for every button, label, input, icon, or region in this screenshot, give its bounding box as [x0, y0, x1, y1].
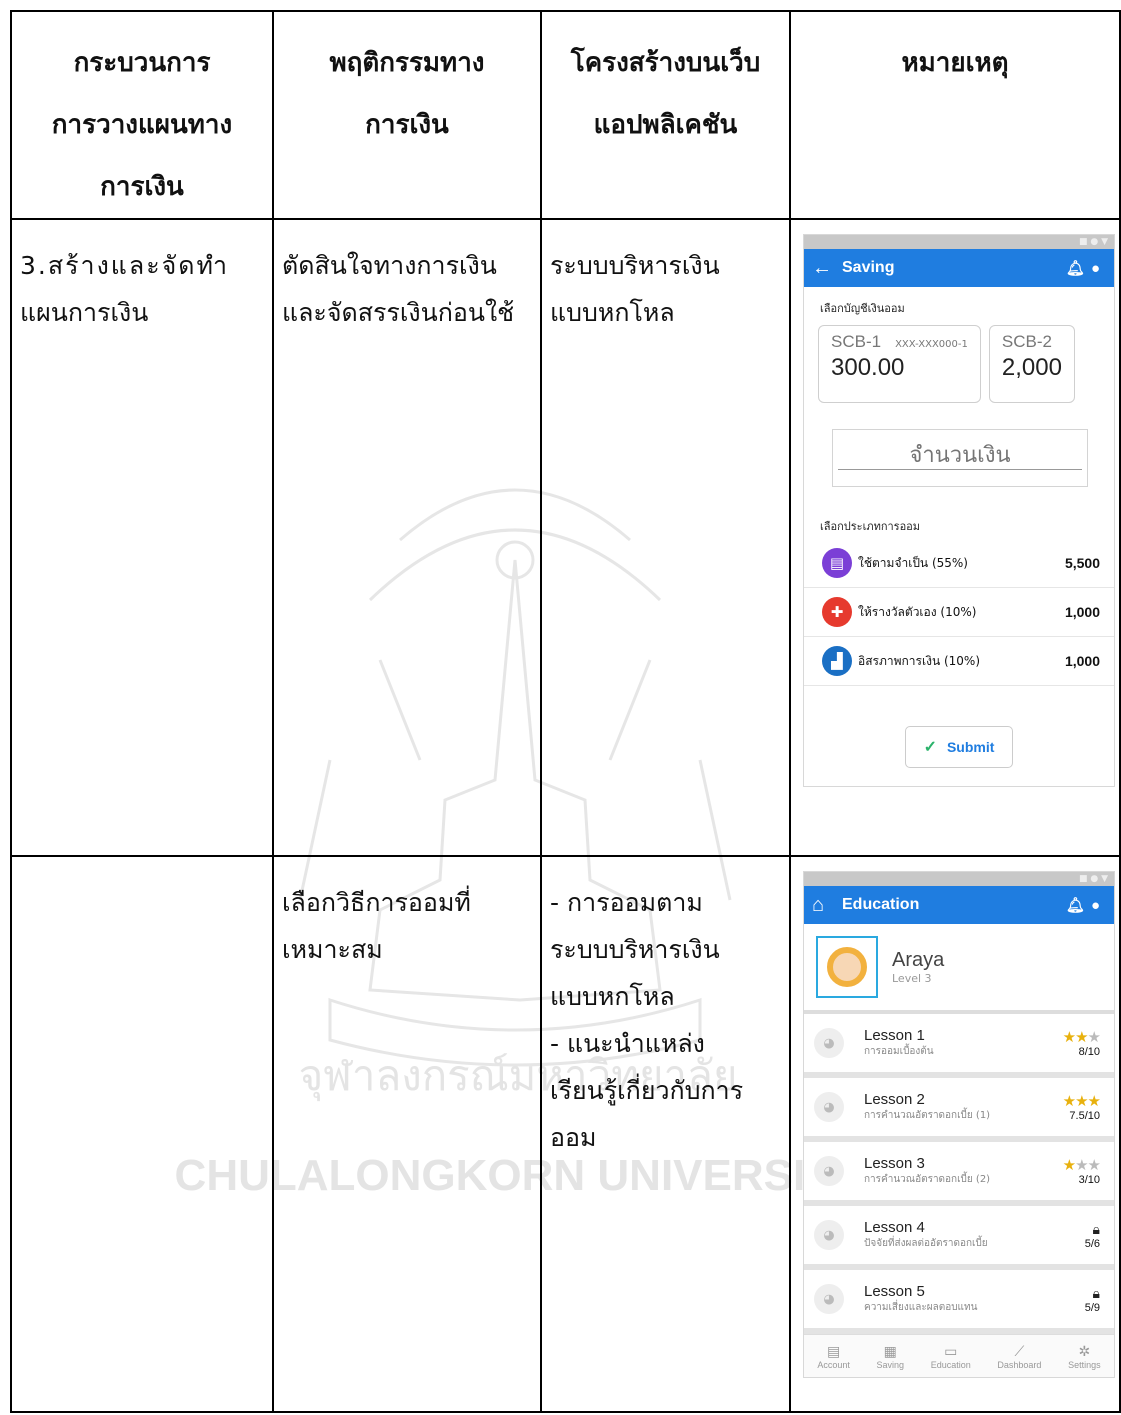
lesson-icon: ◕ [814, 1028, 844, 1058]
header-note: หมายเหตุ [789, 10, 1121, 220]
home-icon[interactable]: ⌂ [812, 894, 842, 917]
lesson-icon: ◕ [814, 1156, 844, 1186]
lesson-icon: ◕ [814, 1284, 844, 1314]
lesson-score: 8/10 [1078, 1046, 1100, 1058]
nav-item-education[interactable]: ▭ Education [931, 1343, 971, 1370]
saving-category-row[interactable]: ▤ ใช้ตามจำเป็น (55%) 5,500 [804, 539, 1114, 588]
bell-icon[interactable]: 🔔︎ [1066, 260, 1091, 277]
lesson-subtitle: การออมเบื้องต้น [864, 1046, 934, 1057]
amount-field-box [832, 429, 1088, 487]
behavior-cell: เลือกวิธีการออมที่ เหมาะสม [272, 855, 542, 1413]
education-screen-mockup: ■ ● ▼ ⌂ Education 🔔︎● Araya Level 3 ◕ Les… [803, 871, 1115, 1378]
user-icon[interactable]: ● [1091, 897, 1106, 914]
account-icon: ▤ [826, 1342, 841, 1359]
star-rating: ★★★ [1062, 1157, 1101, 1174]
lesson-subtitle: การคำนวณอัตราดอกเบี้ย (1) [864, 1110, 991, 1121]
lesson-list: ◕ Lesson 1 การออมเบื้องต้น ★★★ 8/10 ◕ Lesson 2… [804, 1014, 1114, 1334]
nav-item-settings[interactable]: ✲ Settings [1068, 1343, 1101, 1370]
star-rating: ★★★ [1062, 1093, 1101, 1110]
lesson-name: Lesson 5 [864, 1283, 925, 1300]
amount-input[interactable] [838, 442, 1082, 470]
saving-icon: ▦ [883, 1342, 897, 1359]
nav-item-saving[interactable]: ▦ Saving [877, 1343, 905, 1370]
note-cell: ■ ● ▼ ⌂ Education 🔔︎● Araya Level 3 ◕ Les… [789, 855, 1121, 1413]
bottom-nav: ▤ Account ▦ Saving ▭ Education ⟋ Dashboard ✲ Sett… [804, 1334, 1114, 1377]
wallet-icon: ▤ [822, 548, 852, 578]
check-icon: ✓ [923, 739, 937, 756]
lock-icon: 🔒︎ [1092, 1284, 1100, 1301]
user-level: Level 3 [892, 972, 932, 985]
education-icon: ▭ [944, 1342, 958, 1359]
behavior-cell: ตัดสินใจทางการเงิน และจัดสรรเงินก่อนใช้ [272, 218, 542, 857]
lesson-subtitle: ปัจจัยที่ส่งผลต่ออัตราดอกเบี้ย [864, 1238, 988, 1249]
lesson-score: 7.5/10 [1069, 1110, 1100, 1122]
list-item[interactable]: ◕ Lesson 4 ปัจจัยที่ส่งผลต่ออัตราดอกเบี้ย 🔒… [804, 1206, 1114, 1270]
user-icon[interactable]: ● [1091, 260, 1106, 277]
lesson-icon: ◕ [814, 1092, 844, 1122]
saving-screen-mockup: ■ ● ▼ ← Saving 🔔︎● เลือกบัญชีเงินออม SCB… [803, 234, 1115, 787]
list-item[interactable]: ◕ Lesson 5 ความเสี่ยงและผลตอบแทน 🔒︎ 5/9 [804, 1270, 1114, 1334]
account-list: SCB-1 XXX-XXX000-1 300.00 SCB-2 2,000 [804, 317, 1114, 403]
account-card[interactable]: SCB-2 2,000 [988, 325, 1075, 403]
header-behavior: พฤติกรรมทาง การเงิน [272, 10, 542, 220]
list-item[interactable]: ◕ Lesson 1 การออมเบื้องต้น ★★★ 8/10 [804, 1014, 1114, 1078]
header-structure: โครงสร้างบนเว็บ แอปพลิเคชัน [540, 10, 791, 220]
list-item[interactable]: ◕ Lesson 3 การคำนวณอัตราดอกเบี้ย (2) ★★★ 3/1… [804, 1142, 1114, 1206]
lesson-icon: ◕ [814, 1220, 844, 1250]
gift-icon: ✚ [822, 597, 852, 627]
process-cell: 3.สร้างและจัดทำ แผนการเงิน [10, 218, 274, 857]
app-bar: ← Saving 🔔︎● [804, 249, 1114, 287]
settings-icon: ✲ [1078, 1342, 1091, 1359]
bell-icon[interactable]: 🔔︎ [1066, 897, 1091, 914]
lock-icon: 🔒︎ [1092, 1220, 1100, 1237]
list-item[interactable]: ◕ Lesson 2 การคำนวณอัตราดอกเบี้ย (1) ★★★ 7.5… [804, 1078, 1114, 1142]
structure-cell: - การออมตาม ระบบบริหารเงิน แบบหกโหล - แน… [540, 855, 791, 1413]
screen-title: Saving [842, 259, 895, 276]
header-row: กระบวนการ การวางแผนทาง การเงิน พฤติกรรมท… [10, 10, 1121, 220]
status-bar: ■ ● ▼ [804, 235, 1114, 249]
lesson-name: Lesson 4 [864, 1219, 925, 1236]
account-card[interactable]: SCB-1 XXX-XXX000-1 300.00 [818, 325, 981, 403]
table-row: 3.สร้างและจัดทำ แผนการเงิน ตัดสินใจทางกา… [10, 218, 1121, 857]
avatar [816, 936, 878, 998]
user-name: Araya [892, 949, 945, 971]
lesson-score: 5/6 [1084, 1237, 1100, 1250]
planning-table: กระบวนการ การวางแผนทาง การเงิน พฤติกรรมท… [10, 10, 1121, 1413]
lesson-score: 5/9 [1084, 1301, 1100, 1314]
header-process: กระบวนการ การวางแผนทาง การเงิน [10, 10, 274, 220]
back-arrow-icon[interactable]: ← [812, 257, 842, 280]
lesson-score: 3/10 [1078, 1174, 1100, 1186]
user-profile: Araya Level 3 [804, 924, 1114, 1014]
category-label: เลือกประเภทการออม [820, 520, 921, 533]
lesson-subtitle: การคำนวณอัตราดอกเบี้ย (2) [864, 1174, 991, 1185]
note-cell: ■ ● ▼ ← Saving 🔔︎● เลือกบัญชีเงินออม SCB… [789, 218, 1121, 857]
nav-item-dashboard[interactable]: ⟋ Dashboard [997, 1343, 1041, 1370]
process-cell [10, 855, 274, 1413]
saving-category-row[interactable]: ✚ ให้รางวัลตัวเอง (10%) 1,000 [804, 588, 1114, 637]
submit-button[interactable]: ✓ Submit [905, 726, 1013, 768]
lesson-name: Lesson 1 [864, 1027, 925, 1044]
screen-title: Education [842, 896, 920, 913]
table-row: เลือกวิธีการออมที่ เหมาะสม - การออมตาม ร… [10, 855, 1121, 1413]
app-bar: ⌂ Education 🔔︎● [804, 886, 1114, 924]
saving-category-row[interactable]: ▟ อิสรภาพการเงิน (10%) 1,000 [804, 637, 1114, 686]
lesson-name: Lesson 2 [864, 1091, 925, 1108]
star-rating: ★★★ [1062, 1029, 1101, 1046]
account-label: เลือกบัญชีเงินออม [820, 302, 905, 315]
nav-item-account[interactable]: ▤ Account [817, 1343, 850, 1370]
growth-icon: ▟ [822, 646, 852, 676]
structure-cell: ระบบบริหารเงิน แบบหกโหล [540, 218, 791, 857]
status-bar: ■ ● ▼ [804, 872, 1114, 886]
lesson-name: Lesson 3 [864, 1155, 925, 1172]
dashboard-icon: ⟋ [1014, 1342, 1025, 1359]
lesson-subtitle: ความเสี่ยงและผลตอบแทน [864, 1302, 978, 1313]
